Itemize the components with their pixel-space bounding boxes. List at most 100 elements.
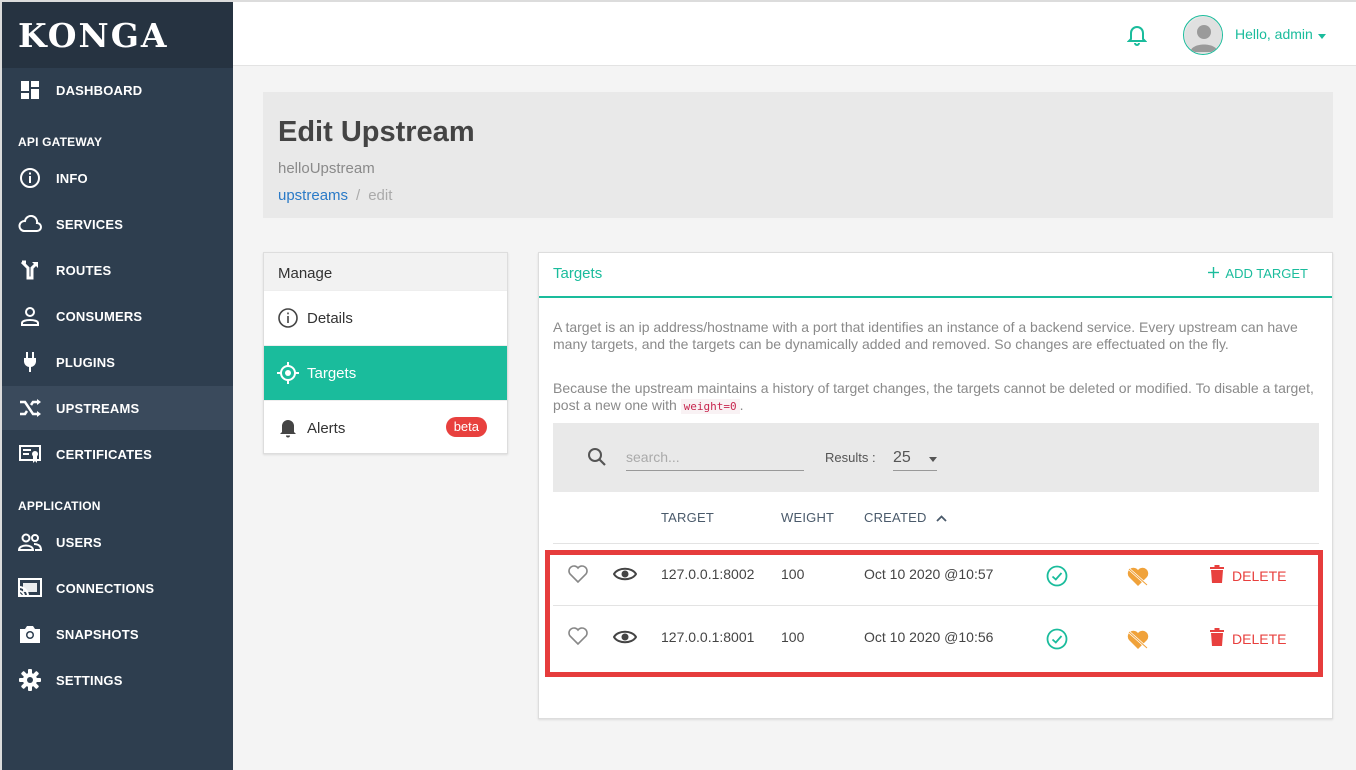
eye-icon[interactable] bbox=[612, 566, 638, 587]
shuffle-icon bbox=[18, 397, 42, 419]
search-icon bbox=[587, 447, 607, 472]
sidebar-item-certificates[interactable]: CERTIFICATES bbox=[2, 432, 233, 476]
beta-badge: beta bbox=[445, 417, 487, 437]
delete-button[interactable]: DELETE bbox=[1210, 565, 1286, 586]
sidebar-item-label: DASHBOARD bbox=[56, 82, 143, 98]
targets-panel-header: Targets ADD TARGET bbox=[539, 253, 1332, 298]
certificate-icon bbox=[18, 443, 42, 465]
cloud-icon bbox=[18, 213, 42, 235]
sidebar-item-label: ROUTES bbox=[56, 262, 112, 278]
bell-icon bbox=[277, 417, 299, 439]
sidebar-item-label: CONNECTIONS bbox=[56, 580, 155, 596]
breadcrumb-current: edit bbox=[368, 187, 393, 204]
camera-icon bbox=[18, 623, 42, 645]
breadcrumb: upstreams / edit bbox=[278, 187, 392, 204]
section-application: APPLICATION bbox=[18, 499, 101, 513]
healthy-check-icon bbox=[1046, 628, 1068, 655]
sidebar-item-label: UPSTREAMS bbox=[56, 400, 140, 416]
dashboard-icon bbox=[18, 79, 42, 101]
sidebar-item-snapshots[interactable]: SNAPSHOTS bbox=[2, 612, 233, 656]
results-per-page-select[interactable]: 25 bbox=[893, 443, 937, 471]
sidebar-item-label: SETTINGS bbox=[56, 672, 123, 688]
plug-icon bbox=[18, 351, 42, 373]
manage-title: Manage bbox=[264, 253, 507, 290]
target-address: 127.0.0.1:8001 bbox=[661, 629, 755, 645]
sidebar-item-info[interactable]: INFO bbox=[2, 156, 233, 200]
targets-note-text: Because the upstream maintains a history… bbox=[553, 380, 1314, 413]
crosshair-icon bbox=[277, 362, 299, 384]
user-menu[interactable]: Hello, admin bbox=[1235, 26, 1326, 42]
targets-note: Because the upstream maintains a history… bbox=[553, 380, 1323, 415]
manage-item-details[interactable]: Details bbox=[264, 290, 507, 345]
sidebar-item-settings[interactable]: SETTINGS bbox=[2, 658, 233, 702]
trash-icon bbox=[1210, 628, 1224, 649]
manage-panel: Manage Details Targets Alerts beta bbox=[263, 252, 508, 454]
upstream-name: helloUpstream bbox=[278, 160, 375, 177]
targets-description: A target is an ip address/hostname with … bbox=[553, 319, 1298, 352]
heart-outline-icon[interactable] bbox=[567, 564, 589, 589]
delete-label: DELETE bbox=[1232, 630, 1287, 647]
eye-icon[interactable] bbox=[612, 629, 638, 650]
table-row: 127.0.0.1:8002 100 Oct 10 2020 @10:57 DE… bbox=[553, 545, 1319, 605]
sidebar-item-upstreams[interactable]: UPSTREAMS bbox=[2, 386, 233, 430]
sort-asc-icon bbox=[936, 510, 948, 525]
section-api-gateway: API GATEWAY bbox=[18, 135, 103, 149]
sidebar-item-dashboard[interactable]: DASHBOARD bbox=[2, 68, 233, 112]
konga-logo[interactable]: KONGA bbox=[2, 2, 233, 68]
routes-icon bbox=[18, 259, 42, 281]
table-header: TARGET WEIGHT CREATED bbox=[553, 492, 1319, 544]
delete-button[interactable]: DELETE bbox=[1210, 628, 1286, 649]
results-value: 25 bbox=[893, 448, 911, 466]
sidebar-item-plugins[interactable]: PLUGINS bbox=[2, 340, 233, 384]
person-icon bbox=[18, 305, 42, 327]
healthy-check-icon bbox=[1046, 565, 1068, 592]
page-title: Edit Upstream bbox=[278, 116, 475, 148]
table-row: 127.0.0.1:8001 100 Oct 10 2020 @10:56 DE… bbox=[553, 605, 1319, 665]
manage-item-label: Details bbox=[307, 309, 353, 327]
users-icon bbox=[18, 531, 42, 553]
sidebar-item-label: CONSUMERS bbox=[56, 308, 143, 324]
target-created: Oct 10 2020 @10:57 bbox=[864, 566, 994, 582]
plus-icon bbox=[1208, 266, 1220, 281]
manage-item-alerts[interactable]: Alerts beta bbox=[264, 400, 507, 455]
sidebar-item-services[interactable]: SERVICES bbox=[2, 202, 233, 246]
heart-broken-icon[interactable] bbox=[1126, 566, 1150, 593]
breadcrumb-separator: / bbox=[356, 187, 361, 204]
sidebar: KONGA DASHBOARD API GATEWAY INFO SERVICE… bbox=[0, 0, 233, 770]
caret-down-icon bbox=[929, 449, 937, 467]
column-created-label: CREATED bbox=[864, 510, 927, 525]
targets-panel: Targets ADD TARGET A target is an ip add… bbox=[538, 252, 1333, 719]
greeting-text: Hello, admin bbox=[1235, 26, 1313, 42]
sidebar-item-label: INFO bbox=[56, 170, 88, 186]
sidebar-item-label: SERVICES bbox=[56, 216, 124, 232]
sidebar-item-label: PLUGINS bbox=[56, 354, 116, 370]
heart-broken-icon[interactable] bbox=[1126, 629, 1150, 656]
column-target[interactable]: TARGET bbox=[661, 510, 714, 525]
targets-note-end: . bbox=[739, 397, 744, 413]
search-input[interactable] bbox=[626, 443, 804, 471]
target-address: 127.0.0.1:8002 bbox=[661, 566, 755, 582]
manage-item-label: Alerts bbox=[307, 419, 346, 437]
target-created: Oct 10 2020 @10:56 bbox=[864, 629, 994, 645]
column-created[interactable]: CREATED bbox=[864, 510, 948, 525]
sidebar-item-consumers[interactable]: CONSUMERS bbox=[2, 294, 233, 338]
sidebar-item-connections[interactable]: CONNECTIONS bbox=[2, 566, 233, 610]
weight-zero-code: weight=0 bbox=[680, 399, 740, 414]
results-label: Results : bbox=[825, 450, 876, 465]
add-target-button[interactable]: ADD TARGET bbox=[1208, 266, 1308, 281]
sidebar-item-users[interactable]: USERS bbox=[2, 520, 233, 564]
breadcrumb-upstreams-link[interactable]: upstreams bbox=[278, 187, 348, 204]
caret-down-icon bbox=[1317, 26, 1326, 42]
cast-icon bbox=[18, 577, 42, 599]
topbar: Hello, admin bbox=[233, 0, 1356, 66]
manage-item-targets[interactable]: Targets bbox=[264, 345, 507, 400]
table-toolbar: Results : 25 bbox=[553, 423, 1319, 492]
avatar[interactable] bbox=[1183, 15, 1223, 55]
sidebar-item-routes[interactable]: ROUTES bbox=[2, 248, 233, 292]
column-weight[interactable]: WEIGHT bbox=[781, 510, 834, 525]
add-target-label: ADD TARGET bbox=[1225, 266, 1308, 281]
manage-item-label: Targets bbox=[307, 364, 357, 382]
heart-outline-icon[interactable] bbox=[567, 626, 589, 651]
notifications-bell-icon[interactable] bbox=[1126, 24, 1148, 51]
page-header: Edit Upstream helloUpstream upstreams / … bbox=[263, 92, 1333, 218]
